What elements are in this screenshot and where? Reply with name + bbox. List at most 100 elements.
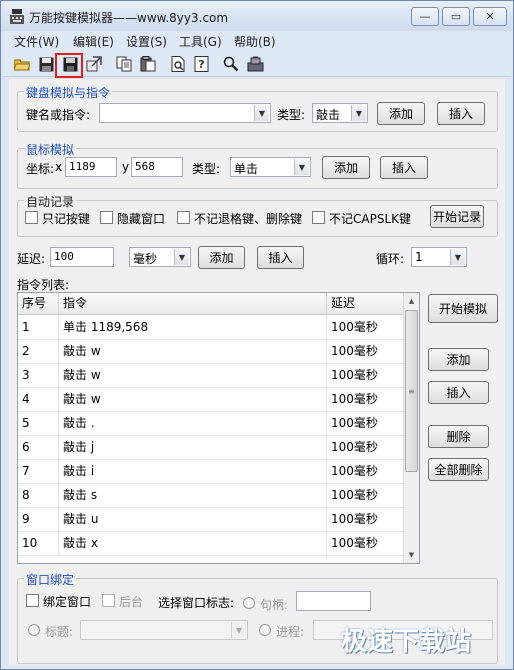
table-row[interactable]: 9 敲击 u 100毫秒: [18, 508, 404, 532]
bind-window-checkbox[interactable]: [26, 594, 39, 607]
cell-delay: 100毫秒: [331, 488, 378, 502]
delay-add-button[interactable]: 添加: [198, 246, 245, 269]
hide-window-label: 隐藏窗口: [117, 212, 166, 226]
cell-command: 敲击 u: [59, 508, 327, 532]
close-button[interactable]: ✕: [473, 7, 507, 26]
background-checkbox[interactable]: [102, 594, 115, 607]
title-bar[interactable]: 万能按键模拟器——www.8yy3.com — ▭ ✕: [1, 1, 513, 31]
handle-label: 句柄:: [260, 598, 289, 612]
bind-window-label: 绑定窗口: [43, 595, 92, 609]
table-row[interactable]: 2 敲击 w 100毫秒: [18, 340, 404, 364]
chevron-down-icon: ▼: [254, 105, 269, 121]
table-row[interactable]: 8 敲击 s 100毫秒: [18, 484, 404, 508]
keyboard-group-title: 键盘模拟与指令: [24, 84, 113, 101]
cell-index: 4: [18, 388, 59, 412]
table-row[interactable]: 4 敲击 w 100毫秒: [18, 388, 404, 412]
title-combo[interactable]: ▼: [80, 620, 248, 640]
skip-capslock-checkbox[interactable]: [312, 211, 325, 224]
delay-input[interactable]: 100: [50, 247, 114, 267]
delay-unit-combo[interactable]: 毫秒 ▼: [129, 247, 191, 267]
cell-delay: 100毫秒: [331, 320, 378, 334]
list-scrollbar[interactable]: ▲ ≡ ▼: [403, 293, 419, 563]
menu-help[interactable]: 帮助(B): [234, 33, 276, 50]
column-header-delay[interactable]: 延迟: [327, 293, 404, 315]
table-row[interactable]: 10 敲击 x 100毫秒: [18, 532, 404, 556]
cell-command: 敲击 w: [59, 340, 327, 364]
table-row[interactable]: 3 敲击 w 100毫秒: [18, 364, 404, 388]
menu-edit[interactable]: 编辑(E): [73, 33, 114, 50]
column-header-index[interactable]: 序号: [18, 293, 59, 315]
app-window: 万能按键模拟器——www.8yy3.com — ▭ ✕ 文件(W) 编辑(E) …: [0, 0, 514, 670]
delete-all-button[interactable]: 全部删除: [428, 458, 489, 481]
open-folder-icon[interactable]: [13, 55, 31, 73]
maximize-button[interactable]: ▭: [442, 7, 470, 26]
skip-backspace-delete-label: 不记退格键、删除键: [194, 212, 303, 226]
handle-input[interactable]: [296, 591, 371, 611]
table-row[interactable]: 5 敲击 . 100毫秒: [18, 412, 404, 436]
cell-command: 敲击 w: [59, 364, 327, 388]
mouse-insert-button[interactable]: 插入: [380, 156, 428, 179]
cell-index: 2: [18, 340, 59, 364]
menu-settings[interactable]: 设置(S): [126, 33, 167, 50]
delay-label: 延迟:: [17, 252, 46, 266]
key-insert-button[interactable]: 插入: [437, 102, 485, 125]
cell-delay: 100毫秒: [331, 344, 378, 358]
copy-icon[interactable]: [115, 55, 133, 73]
hide-window-checkbox[interactable]: [100, 211, 113, 224]
start-simulation-button[interactable]: 开始模拟: [428, 294, 498, 323]
start-record-button[interactable]: 开始记录: [430, 205, 484, 228]
tool-icon[interactable]: [246, 55, 264, 73]
menu-file[interactable]: 文件(W): [14, 33, 59, 50]
search-icon[interactable]: [222, 55, 240, 73]
delete-button[interactable]: 删除: [428, 425, 489, 448]
save-icon[interactable]: [37, 55, 55, 73]
cell-command: 敲击 j: [59, 436, 327, 460]
cell-command: 敲击 w: [59, 388, 327, 412]
list-add-button[interactable]: 添加: [428, 348, 489, 371]
title-label: 标题:: [45, 625, 74, 639]
key-name-combo[interactable]: ▼: [99, 103, 271, 123]
mouse-type-combo[interactable]: 单击 ▼: [230, 157, 311, 177]
menu-tools[interactable]: 工具(G): [179, 33, 222, 50]
cell-index: 5: [18, 412, 59, 436]
cell-index: 7: [18, 460, 59, 484]
mouse-group-title: 鼠标模拟: [24, 141, 77, 158]
record-keys-only-checkbox[interactable]: [25, 211, 38, 224]
list-insert-button[interactable]: 插入: [428, 381, 489, 404]
cell-delay: 100毫秒: [331, 416, 378, 430]
table-row[interactable]: 7 敲击 i 100毫秒: [18, 460, 404, 484]
cell-delay: 100毫秒: [331, 536, 378, 550]
scroll-thumb[interactable]: ≡: [405, 310, 418, 472]
keyboard-app-icon: [10, 9, 24, 24]
command-list-table[interactable]: 序号 指令 延迟 1 单击 1189,568 100毫秒 2 敲击 w 100毫秒 3 敲击 …: [17, 292, 420, 564]
key-name-label: 键名或指令:: [26, 108, 91, 122]
preview-icon[interactable]: [169, 55, 187, 73]
handle-radio[interactable]: [243, 597, 255, 609]
key-type-combo[interactable]: 敲击 ▼: [312, 103, 368, 123]
process-radio[interactable]: [259, 624, 271, 636]
cell-index: 6: [18, 436, 59, 460]
loop-combo[interactable]: 1 ▼: [411, 247, 467, 267]
cell-index: 10: [18, 532, 59, 556]
window-binding-group-title: 窗口绑定: [24, 571, 77, 588]
delay-insert-button[interactable]: 插入: [257, 246, 304, 269]
scroll-down-icon[interactable]: ▼: [404, 547, 419, 563]
column-header-command[interactable]: 指令: [59, 293, 327, 315]
help-icon[interactable]: ?: [193, 55, 211, 73]
cell-command: 敲击 i: [59, 460, 327, 484]
watermark-logo: 极速下载站: [341, 627, 472, 657]
x-coordinate-input[interactable]: 1189: [65, 157, 117, 177]
key-add-button[interactable]: 添加: [377, 102, 425, 125]
paste-icon[interactable]: [139, 55, 157, 73]
title-radio[interactable]: [28, 624, 40, 636]
y-coordinate-input[interactable]: 568: [131, 157, 183, 177]
skip-backspace-delete-checkbox[interactable]: [177, 211, 190, 224]
table-row[interactable]: 6 敲击 j 100毫秒: [18, 436, 404, 460]
scroll-up-icon[interactable]: ▲: [404, 293, 419, 309]
export-icon[interactable]: [85, 55, 103, 73]
table-header: 序号 指令 延迟: [18, 293, 404, 315]
minimize-button[interactable]: —: [411, 7, 439, 26]
mouse-add-button[interactable]: 添加: [322, 156, 370, 179]
menu-bar: 文件(W) 编辑(E) 设置(S) 工具(G) 帮助(B): [2, 31, 512, 51]
table-row[interactable]: 1 单击 1189,568 100毫秒: [18, 316, 404, 340]
